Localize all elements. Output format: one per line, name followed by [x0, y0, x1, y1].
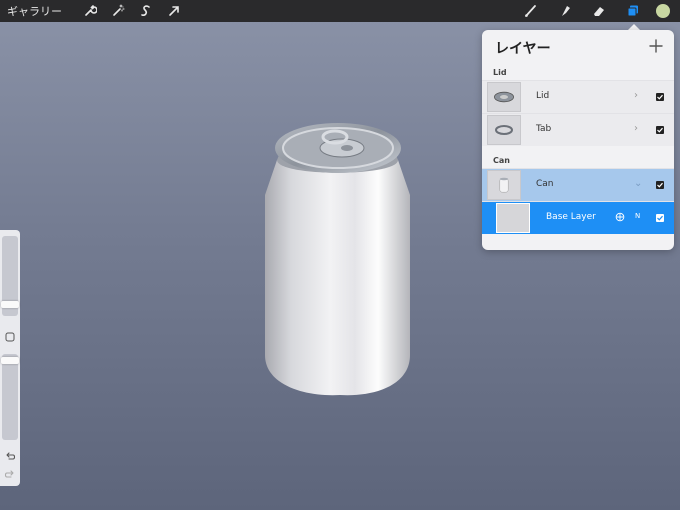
layer-thumbnail[interactable]	[487, 82, 521, 112]
group-label-lid: Lid	[493, 68, 507, 77]
layer-row-tab[interactable]: Tab ›	[482, 113, 674, 146]
layers-panel-title: レイヤー	[495, 41, 551, 57]
alpha-lock-icon[interactable]	[615, 212, 625, 222]
wrench-icon[interactable]	[76, 0, 104, 22]
opacity-slider[interactable]	[2, 354, 18, 440]
undo-icon[interactable]	[4, 450, 16, 462]
layer-name: Base Layer	[546, 212, 596, 222]
layer-row-base-layer[interactable]: Base Layer N	[482, 201, 674, 234]
top-toolbar: ギャラリー	[0, 0, 680, 22]
layer-thumbnail[interactable]	[487, 170, 521, 200]
layer-thumbnail[interactable]	[487, 115, 521, 145]
layer-name: Lid	[536, 91, 550, 101]
chevron-right-icon[interactable]: ›	[634, 90, 638, 101]
visibility-checkbox[interactable]	[656, 93, 664, 101]
layer-row-lid[interactable]: Lid ›	[482, 80, 674, 113]
visibility-checkbox[interactable]	[656, 126, 664, 134]
visibility-checkbox[interactable]	[656, 181, 664, 189]
layers-panel-header: レイヤー	[482, 30, 674, 66]
add-layer-icon[interactable]	[648, 38, 664, 54]
visibility-checkbox[interactable]	[656, 214, 664, 222]
chevron-right-icon[interactable]: ›	[634, 123, 638, 134]
layers-panel: レイヤー Lid Lid › Tab › Can Can ⌄ Base Laye…	[482, 30, 674, 250]
eraser-icon[interactable]	[582, 0, 616, 22]
transform-arrow-icon[interactable]	[160, 0, 188, 22]
magic-wand-icon[interactable]	[104, 0, 132, 22]
modify-square-icon[interactable]	[5, 332, 15, 342]
layer-name: Tab	[536, 124, 552, 134]
chevron-down-icon[interactable]: ⌄	[634, 178, 642, 189]
left-sidebar	[0, 230, 20, 486]
opacity-slider-thumb[interactable]	[1, 357, 19, 364]
layer-name: Can	[536, 179, 554, 189]
smudge-icon[interactable]	[548, 0, 582, 22]
canvas-can-model[interactable]	[255, 115, 425, 400]
brush-icon[interactable]	[514, 0, 548, 22]
layer-row-can[interactable]: Can ⌄	[482, 168, 674, 201]
layer-thumbnail[interactable]	[496, 203, 530, 233]
layers-icon[interactable]	[616, 0, 650, 22]
blend-mode-label[interactable]: N	[635, 212, 640, 220]
brush-size-slider-thumb[interactable]	[1, 301, 19, 308]
color-swatch[interactable]	[656, 4, 670, 18]
selection-s-icon[interactable]	[132, 0, 160, 22]
gallery-button[interactable]: ギャラリー	[7, 3, 62, 19]
redo-icon[interactable]	[4, 468, 16, 480]
group-label-can: Can	[493, 156, 510, 165]
